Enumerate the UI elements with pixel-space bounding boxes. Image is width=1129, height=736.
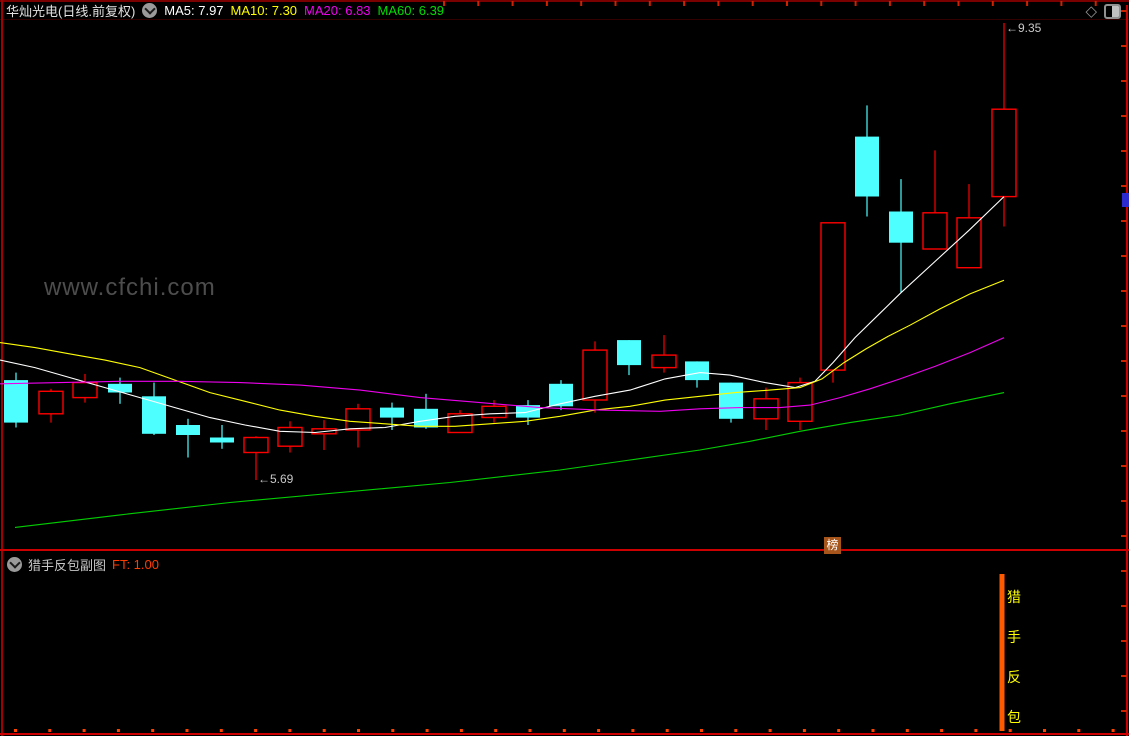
candle-body [617,340,641,366]
stock-title: 华灿光电(日线.前复权) [6,4,136,19]
candle-body [889,211,913,243]
candle-body [380,407,404,418]
candle-body [345,408,371,431]
window-controls: ◇ [1085,4,1121,19]
candle-body [210,437,234,443]
candle-body [753,398,779,420]
badge-marker[interactable]: 榜 [824,537,841,554]
chart-frame [0,0,1129,736]
panel-split-icon[interactable] [1104,4,1121,19]
candle-body [414,408,438,428]
header-bar: 华灿光电(日线.前复权) MA5: 7.97 MA10: 7.30 MA20: … [6,2,444,19]
candle-body [481,405,507,419]
main-chart-canvas[interactable] [0,0,1129,736]
high-price-annotation: ←9.35 [1006,21,1042,35]
candle-body [4,380,28,423]
ma20-value: MA20: 6.83 [304,3,371,18]
candlesticks[interactable] [4,23,1017,480]
candle-body [956,217,982,269]
candle-body [820,222,846,371]
diamond-icon[interactable]: ◇ [1085,4,1097,19]
candle-body [719,382,743,419]
low-price-annotation: ←5.69 [258,472,294,486]
candle-body [991,108,1017,198]
subpanel-title: 猎手反包副图 [28,557,107,573]
candle-body [922,212,948,250]
ma5-value: MA5: 7.97 [164,3,224,18]
ma60-value: MA60: 6.39 [377,3,445,18]
stock-chart-window: 华灿光电(日线.前复权) MA5: 7.97 MA10: 7.30 MA20: … [0,0,1129,736]
candle-body [108,383,132,393]
candle-body [176,425,200,435]
candle-body [651,354,677,369]
scrollbar-marker[interactable] [1122,193,1129,207]
watermark: www.cfchi.com [44,274,216,301]
ma10-value: MA10: 7.30 [230,3,298,18]
candle-body [38,390,64,415]
subpanel-header: 猎手反包副图 FT: 1.00 [7,555,159,573]
subpanel-collapse-chevron-icon[interactable] [7,556,22,572]
signal-vertical-label: 猎 手 反 包 [1007,589,1021,725]
candle-body [277,426,303,447]
candle-body [582,349,608,401]
candle-body [855,136,879,197]
candle-body [549,383,573,407]
signal-bar [999,574,1005,731]
candle-body [243,436,269,454]
collapse-chevron-icon[interactable] [142,3,158,18]
candle-body [685,361,709,381]
subpanel-ft-value: FT: 1.00 [112,556,159,572]
